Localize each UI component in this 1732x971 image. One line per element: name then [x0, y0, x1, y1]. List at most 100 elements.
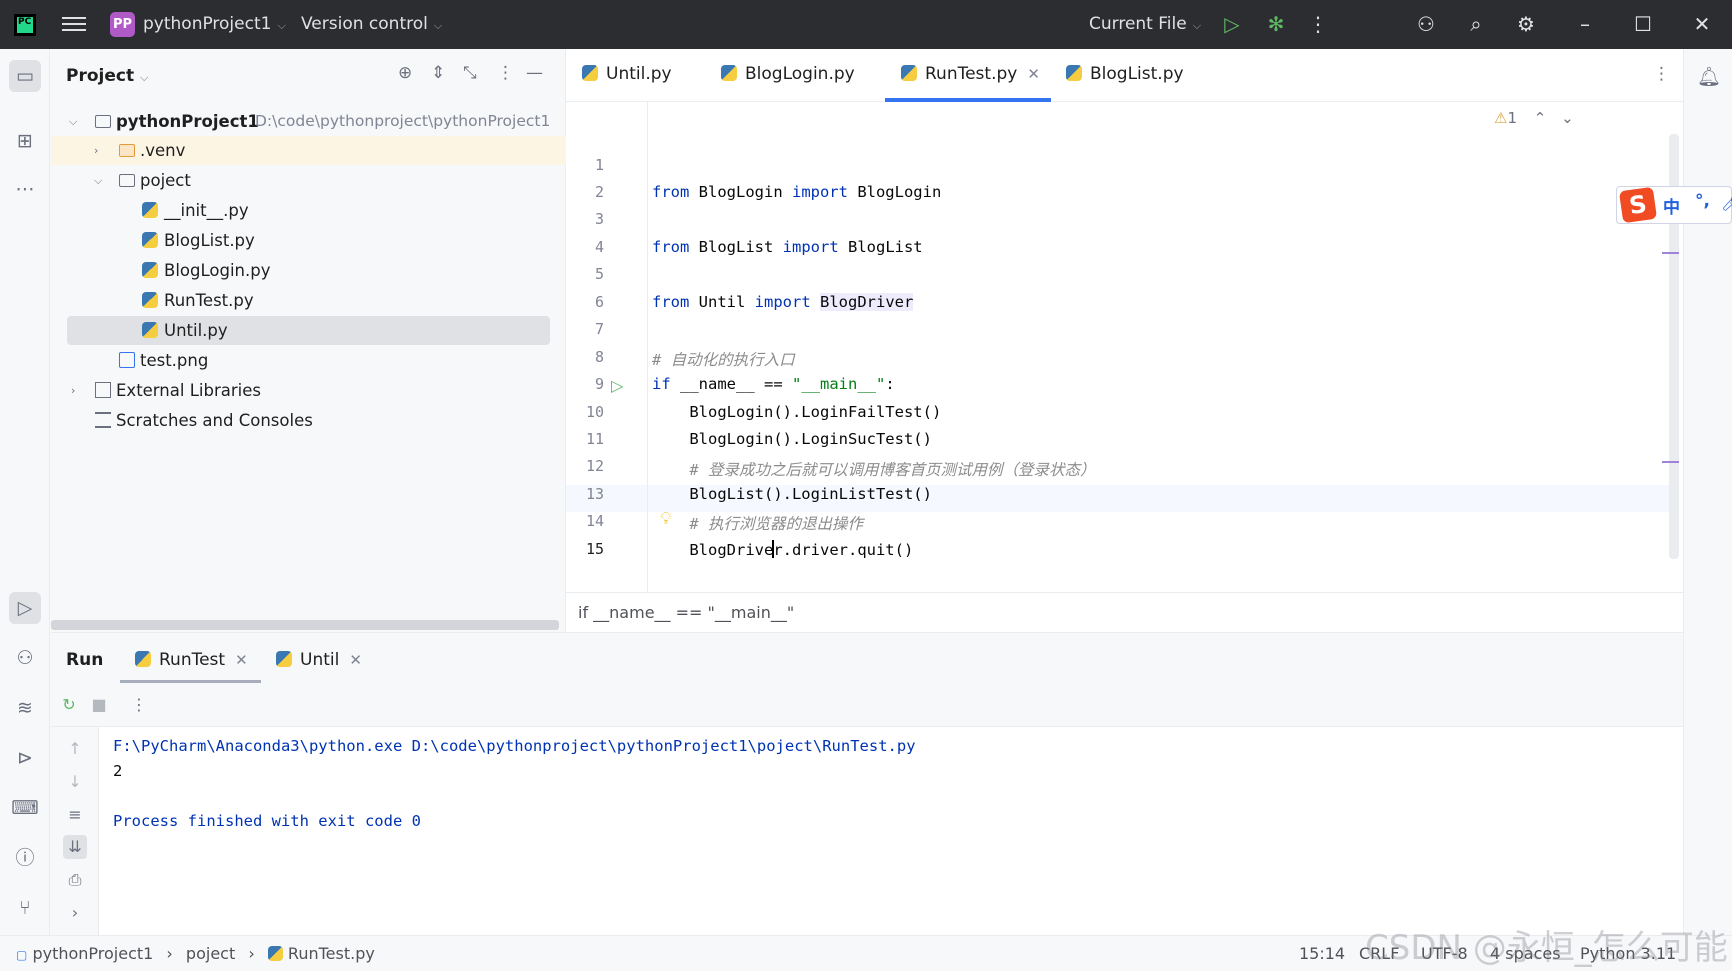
pycharm-logo-icon	[14, 14, 36, 36]
console-output-line: 2	[113, 762, 123, 780]
python-packages-icon[interactable]: ≋	[9, 692, 41, 724]
rerun-icon[interactable]: ↻	[57, 693, 81, 717]
hide-panel-icon[interactable]: —	[526, 63, 543, 83]
tree-item-poject[interactable]: ⌵ poject	[51, 166, 566, 195]
close-tab-icon[interactable]: ✕	[349, 651, 362, 669]
editor-breadcrumb[interactable]: if __name__ == "__main__"	[566, 592, 1683, 632]
main-menu-icon[interactable]	[62, 14, 86, 34]
console-side-toolbar: ↑ ↓ ≡ ⇊ ⎙ ›	[51, 727, 99, 936]
tree-item-venv[interactable]: › .venv	[51, 136, 566, 165]
notifications-bell-icon[interactable]: 🔔︎	[1693, 61, 1725, 93]
options-icon[interactable]: ⋮	[497, 63, 514, 83]
tab-options-icon[interactable]: ⋮	[1653, 64, 1670, 84]
project-switcher[interactable]: pythonProject1 ⌵	[143, 14, 286, 34]
run-config-selector[interactable]: Current File ⌵	[1089, 14, 1201, 34]
project-panel: Project ⌵ ⊕ ⇕ ⤡ ⋮ — ⌵ pythonProject1 D:\…	[51, 49, 566, 632]
code-line-13[interactable]: BlogList().LoginListTest()	[652, 485, 932, 503]
expand-all-icon[interactable]: ⇕	[431, 63, 445, 83]
git-branch-icon[interactable]: ⑂	[9, 892, 41, 924]
chevron-down-icon: ⌵	[69, 115, 78, 128]
microphone-icon[interactable]: 🎤︎	[1721, 193, 1732, 212]
tree-item-init-py[interactable]: __init__.py	[51, 196, 566, 225]
status-breadcrumb[interactable]: ▢ pythonProject1 › poject › RunTest.py	[16, 944, 375, 963]
code-line-12[interactable]: # 登录成功之后就可以调用博客首页测试用例（登录状态）	[652, 458, 1095, 480]
tree-item-project-root[interactable]: ⌵ pythonProject1 D:\code\pythonproject\p…	[51, 107, 566, 136]
more-options-icon[interactable]: ⋮	[127, 693, 151, 717]
run-tab-until[interactable]: Until ✕	[276, 650, 362, 670]
code-line-4[interactable]: from BlogList import BlogList	[652, 238, 923, 256]
code-with-me-icon[interactable]: ⚇	[1412, 10, 1440, 38]
arrow-down-icon[interactable]: ↓	[63, 770, 87, 794]
project-badge[interactable]: PP	[110, 12, 135, 37]
version-control-menu[interactable]: Version control ⌵	[301, 14, 442, 34]
stop-icon[interactable]: ■	[87, 693, 111, 717]
locate-file-icon[interactable]: ⊕	[398, 63, 412, 83]
error-stripe-marker[interactable]	[1662, 252, 1679, 254]
tab-bloglogin-py[interactable]: BlogLogin.py	[721, 64, 855, 84]
chevron-down-icon: ⌵	[433, 19, 443, 32]
tree-item-scratches[interactable]: Scratches and Consoles	[51, 406, 566, 435]
caret-position[interactable]: 15:14	[1299, 944, 1345, 963]
close-window-icon[interactable]: ✕	[1688, 10, 1716, 38]
code-line-9[interactable]: if __name__ == "__main__":	[652, 375, 895, 393]
maximize-icon[interactable]: ☐	[1629, 10, 1657, 38]
run-gutter-icon[interactable]: ▷	[611, 376, 623, 395]
python-file-icon	[142, 202, 158, 218]
close-tab-icon[interactable]: ✕	[235, 651, 248, 669]
more-tools-icon[interactable]: ⋯	[9, 173, 41, 205]
tree-item-external-libraries[interactable]: › External Libraries	[51, 376, 566, 405]
search-icon[interactable]: ⌕	[1462, 10, 1490, 38]
more-actions-icon[interactable]: ⋮	[1304, 10, 1332, 38]
tree-item-bloglogin-py[interactable]: BlogLogin.py	[51, 256, 566, 285]
minimize-icon[interactable]: –	[1571, 10, 1599, 38]
problems-icon[interactable]: ⓘ	[9, 842, 41, 874]
arrow-up-icon[interactable]: ↑	[63, 737, 87, 761]
close-tab-icon[interactable]: ✕	[1027, 65, 1040, 83]
python-file-icon	[901, 65, 917, 81]
sogou-logo-icon: S	[1618, 186, 1658, 224]
debug-icon[interactable]: ✻	[1262, 10, 1290, 38]
line-number: 12	[585, 457, 604, 475]
chevron-down-icon[interactable]: ⌄	[1561, 109, 1574, 127]
project-tool-folder-icon[interactable]: ▭	[9, 60, 41, 92]
tab-runtest-py[interactable]: RunTest.py ✕	[901, 64, 1040, 84]
run-toolbar: ↻ ■ ⋮	[51, 683, 1683, 727]
python-file-icon	[721, 65, 737, 81]
python-file-icon	[142, 262, 158, 278]
code-line-2[interactable]: from BlogLogin import BlogLogin	[652, 183, 941, 201]
left-tool-strip: ▭ ⊞ ⋯ ▷ ⚇ ≋ ⊳ ⌨ ⓘ ⑂	[0, 49, 50, 935]
code-line-6[interactable]: from Until import BlogDriver	[652, 293, 914, 311]
structure-icon[interactable]: ⊞	[9, 125, 41, 157]
tree-item-until-py[interactable]: Until.py	[67, 316, 550, 345]
collapse-all-icon[interactable]: ⤡	[463, 63, 477, 83]
settings-gear-icon[interactable]: ⚙	[1512, 10, 1540, 38]
inspection-widget[interactable]: ⚠1 ⌃ ⌄	[1494, 109, 1574, 127]
code-line-14[interactable]: # 执行浏览器的退出操作	[652, 512, 863, 534]
services-icon[interactable]: ⊳	[9, 742, 41, 774]
chevron-right-icon[interactable]: ›	[63, 901, 87, 925]
python-console-icon[interactable]: ⚇	[9, 642, 41, 674]
chevron-up-icon[interactable]: ⌃	[1534, 109, 1547, 127]
code-line-11[interactable]: BlogLogin().LoginSucTest()	[652, 430, 932, 448]
image-file-icon	[119, 352, 135, 368]
run-tool-icon[interactable]: ▷	[9, 592, 41, 624]
soft-wrap-icon[interactable]: ≡	[63, 803, 87, 827]
project-panel-title[interactable]: Project ⌵	[66, 66, 148, 86]
tree-item-runtest-py[interactable]: RunTest.py	[51, 286, 566, 315]
tree-item-test-png[interactable]: test.png	[51, 346, 566, 375]
print-icon[interactable]: ⎙	[63, 868, 87, 892]
run-tab-runtest[interactable]: RunTest ✕	[135, 650, 248, 670]
terminal-icon[interactable]: ⌨	[9, 792, 41, 824]
tab-bloglist-py[interactable]: BlogList.py	[1066, 64, 1184, 84]
ime-toolbar[interactable]: S 中 °, 🎤︎	[1616, 186, 1732, 224]
tree-item-bloglist-py[interactable]: BlogList.py	[51, 226, 566, 255]
horizontal-scrollbar[interactable]	[51, 620, 559, 630]
scroll-to-end-icon[interactable]: ⇊	[63, 835, 87, 859]
code-line-15[interactable]: BlogDriver.driver.quit()	[652, 540, 913, 559]
run-icon[interactable]: ▷	[1218, 10, 1246, 38]
error-stripe-marker[interactable]	[1662, 461, 1679, 463]
code-line-8[interactable]: # 自动化的执行入口	[652, 348, 795, 370]
code-line-10[interactable]: BlogLogin().LoginFailTest()	[652, 403, 941, 421]
tab-until-py[interactable]: Until.py	[582, 64, 672, 84]
folder-icon	[119, 144, 135, 157]
